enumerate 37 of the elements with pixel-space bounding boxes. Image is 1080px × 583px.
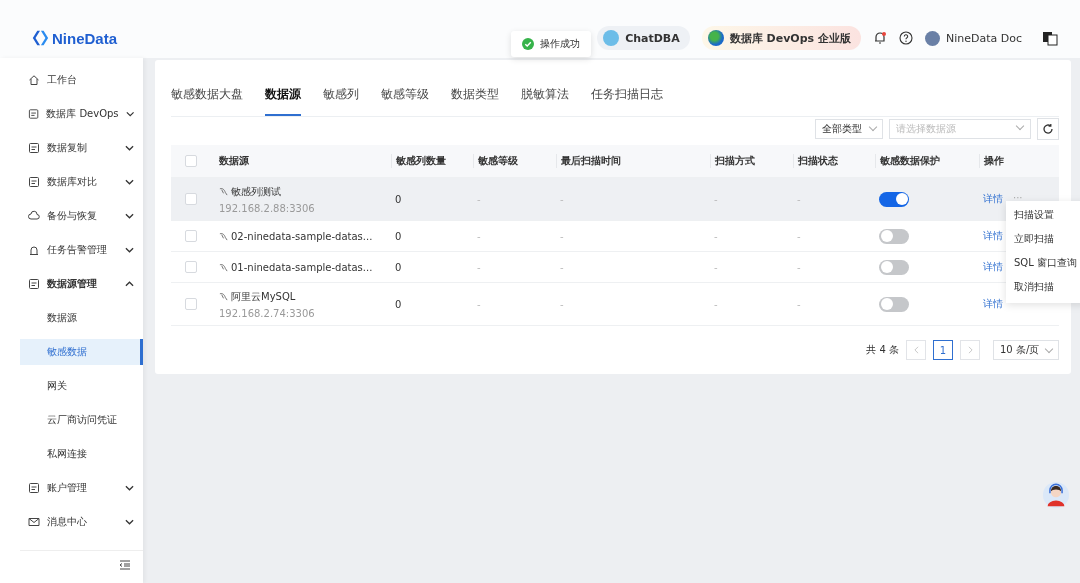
table-cell: - [477, 193, 481, 205]
datasource-name: 02-ninedata-sample-datas... [231, 230, 373, 242]
table-cell: - [797, 261, 801, 273]
table-cell: - [797, 193, 801, 205]
column-header: 扫描状态 [798, 155, 838, 166]
total-count: 共 4 条 [866, 343, 899, 357]
logo-text: NineData [52, 29, 118, 47]
datasource-name: 敏感列测试 [231, 184, 281, 199]
column-header: 敏感数据保护 [880, 155, 940, 166]
column-header: 数据源 [219, 155, 249, 166]
column-header: 敏感列数量 [396, 155, 446, 166]
table-cell: - [477, 230, 481, 242]
table-cell: - [714, 261, 718, 273]
column-header: 最后扫描时间 [561, 155, 621, 166]
toast-message: 操作成功 [540, 37, 580, 51]
table-cell: - [560, 193, 564, 205]
datasource-name: 01-ninedata-sample-datas... [231, 261, 373, 273]
table-cell: - [560, 261, 564, 273]
table-cell: - [797, 298, 801, 310]
table-cell: 0 [395, 261, 402, 273]
table-cell: - [797, 230, 801, 242]
datasource-host: 192.168.2.74:3306 [219, 307, 316, 319]
table-cell: - [477, 261, 481, 273]
table-cell: 0 [395, 193, 402, 205]
table-cell: - [560, 230, 564, 242]
table-cell: 0 [395, 298, 402, 310]
table-cell: 0 [395, 230, 402, 242]
column-header: 操作 [984, 154, 1004, 168]
datasource-host: 192.168.2.88:3306 [219, 202, 316, 214]
column-header: 扫描方式 [715, 155, 755, 166]
table-cell: - [714, 298, 718, 310]
table-cell: - [714, 193, 718, 205]
datasource-name: 阿里云MySQL [231, 289, 296, 304]
column-header: 敏感等级 [478, 155, 518, 166]
table-cell: - [560, 298, 564, 310]
table-cell: - [477, 298, 481, 310]
table-cell: - [714, 230, 718, 242]
